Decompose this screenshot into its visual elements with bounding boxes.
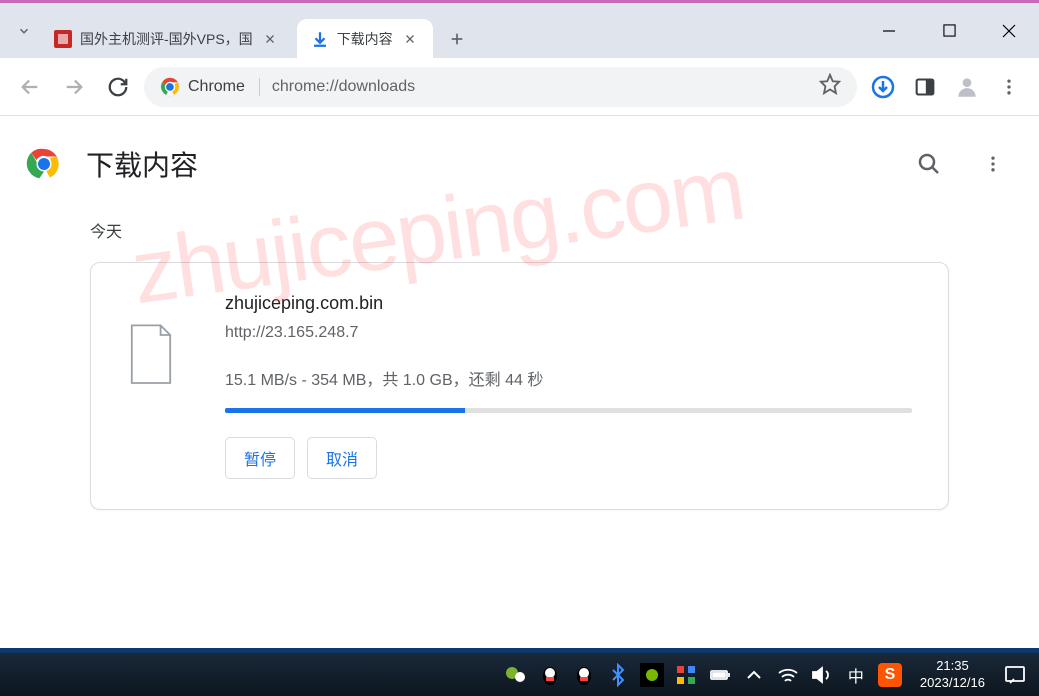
- clock-date: 2023/12/16: [920, 675, 985, 692]
- url-text: chrome://downloads: [259, 78, 415, 96]
- minimize-button[interactable]: [859, 3, 919, 58]
- qq-icon-1[interactable]: [538, 663, 562, 687]
- download-actions: 暂停 取消: [225, 437, 912, 479]
- chrome-icon: [160, 77, 180, 97]
- download-icon: [311, 30, 329, 48]
- wechat-icon[interactable]: [504, 663, 528, 687]
- chrome-logo-icon: [26, 146, 62, 182]
- date-heading: 今天: [90, 218, 949, 242]
- reload-button[interactable]: [100, 69, 136, 105]
- google-app-icon[interactable]: [674, 663, 698, 687]
- page-title: 下载内容: [86, 144, 885, 184]
- taskbar: 中 S 21:35 2023/12/16: [0, 648, 1039, 696]
- maximize-button[interactable]: [919, 3, 979, 58]
- cancel-button[interactable]: 取消: [307, 437, 377, 479]
- page-menu-button[interactable]: [973, 144, 1013, 184]
- bluetooth-icon[interactable]: [606, 663, 630, 687]
- nvidia-icon[interactable]: [640, 663, 664, 687]
- notifications-icon[interactable]: [1003, 663, 1027, 687]
- bookmark-star-icon[interactable]: [819, 73, 841, 100]
- volume-icon[interactable]: [810, 663, 834, 687]
- taskbar-clock[interactable]: 21:35 2023/12/16: [920, 658, 985, 692]
- new-tab-button[interactable]: [441, 23, 473, 55]
- qq-icon-2[interactable]: [572, 663, 596, 687]
- search-button[interactable]: [909, 144, 949, 184]
- tab-inactive-1[interactable]: 国外主机测评-国外VPS，国: [40, 19, 293, 59]
- download-url: http://23.165.248.7: [225, 324, 912, 342]
- window-titlebar: 国外主机测评-国外VPS，国 下载内容: [0, 0, 1039, 58]
- address-bar: Chrome chrome://downloads: [0, 58, 1039, 116]
- sogou-ime-icon[interactable]: S: [878, 663, 902, 687]
- download-item-card: zhujiceping.com.bin http://23.165.248.7 …: [90, 262, 949, 510]
- window-controls: [859, 3, 1039, 58]
- tab-title: 国外主机测评-国外VPS，国: [80, 29, 253, 49]
- site-identity[interactable]: Chrome: [160, 77, 245, 97]
- download-filename: zhujiceping.com.bin: [225, 293, 912, 314]
- downloads-body: 今天 zhujiceping.com.bin http://23.165.248…: [0, 198, 1039, 530]
- tab-active-downloads[interactable]: 下载内容: [297, 19, 433, 59]
- site-label: Chrome: [188, 78, 245, 96]
- progress-bar: [225, 408, 912, 413]
- forward-button[interactable]: [56, 69, 92, 105]
- close-icon[interactable]: [401, 30, 419, 48]
- profile-icon[interactable]: [949, 69, 985, 105]
- back-button[interactable]: [12, 69, 48, 105]
- omnibox[interactable]: Chrome chrome://downloads: [144, 67, 857, 107]
- download-status: 15.1 MB/s - 354 MB，共 1.0 GB，还剩 44 秒: [225, 366, 912, 390]
- downloads-toolbar-icon[interactable]: [865, 69, 901, 105]
- menu-button[interactable]: [991, 69, 1027, 105]
- wifi-icon[interactable]: [776, 663, 800, 687]
- tab-title: 下载内容: [337, 29, 393, 49]
- downloads-header: 下载内容: [0, 130, 1039, 198]
- pause-button[interactable]: 暂停: [225, 437, 295, 479]
- tabs-dropdown[interactable]: [10, 17, 38, 45]
- favicon-site: [54, 30, 72, 48]
- battery-icon[interactable]: [708, 663, 732, 687]
- progress-fill: [225, 408, 465, 413]
- ime-indicator[interactable]: 中: [844, 663, 868, 687]
- sidepanel-icon[interactable]: [907, 69, 943, 105]
- close-icon[interactable]: [261, 30, 279, 48]
- clock-time: 21:35: [920, 658, 985, 675]
- file-icon: [127, 323, 175, 383]
- close-window-button[interactable]: [979, 3, 1039, 58]
- tray-expand-icon[interactable]: [742, 663, 766, 687]
- download-info: zhujiceping.com.bin http://23.165.248.7 …: [225, 293, 912, 479]
